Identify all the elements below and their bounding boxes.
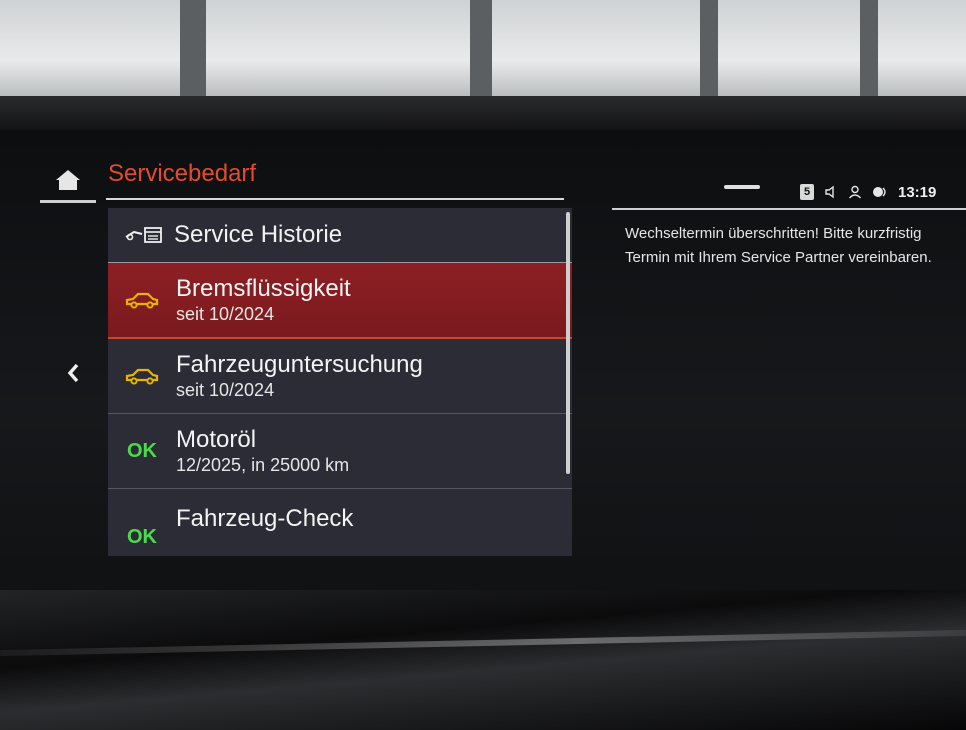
item-subtitle: seit 10/2024 [176,304,275,324]
status-bar: 5 13:19 [724,178,966,206]
car-warning-icon [125,292,159,309]
background-window [0,0,966,110]
home-icon [56,170,80,190]
page-title: Servicebedarf [108,160,257,187]
list-item-motoroel[interactable]: OK Motoröl 12/2025, in 25000 km [108,414,572,489]
drag-handle[interactable] [724,185,760,189]
list-scrollbar[interactable] [566,212,570,474]
volume-icon [825,185,834,199]
service-list: Service Historie Bremsflüssigkeit seit 1… [108,208,572,556]
item-title: Bremsflüssigkeit [176,275,351,302]
list-item-fahrzeug-check[interactable]: OK Fahrzeug-Check [108,489,572,556]
service-message: Wechseltermin überschritten! Bitte kurzf… [625,225,932,266]
status-ok-label: OK [127,525,157,548]
list-item-fahrzeuguntersuchung[interactable]: Fahrzeuguntersuchung seit 10/2024 [108,339,572,414]
home-button[interactable] [40,160,96,203]
notification-badge: 5 [800,184,814,200]
service-history-icon [125,227,162,243]
detail-divider [612,208,966,210]
clock: 13:19 [898,183,937,201]
item-title: Fahrzeug-Check [176,505,354,532]
window-frame [470,0,492,110]
chevron-left-icon [67,363,79,383]
item-subtitle: seit 10/2024 [176,380,275,400]
item-subtitle: 12/2025, in 25000 km [176,455,350,475]
profile-icon [848,185,862,199]
list-item-bremsfluessigkeit[interactable]: Bremsflüssigkeit seit 10/2024 [108,263,572,339]
service-history-button[interactable]: Service Historie [108,208,572,263]
dashboard-trim [0,590,966,730]
car-warning-icon [125,368,159,385]
back-button[interactable] [62,358,84,388]
service-history-label: Service Historie [174,221,343,248]
window-frame [700,0,718,110]
title-divider [106,198,564,200]
item-title: Fahrzeuguntersuchung [176,351,423,378]
window-frame [180,0,206,110]
item-title: Motoröl [176,426,257,453]
window-frame [860,0,878,110]
connectivity-icon [873,187,886,197]
status-ok-label: OK [127,439,157,462]
